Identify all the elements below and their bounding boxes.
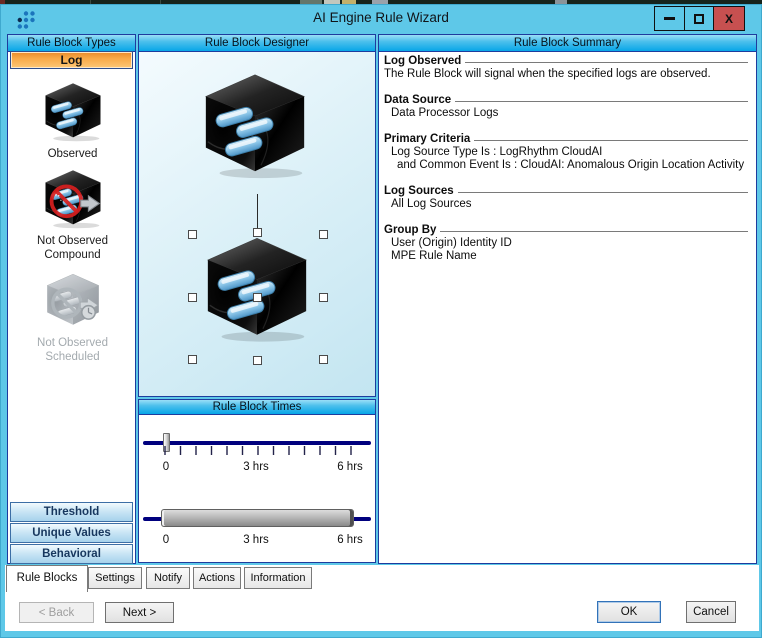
rule-block-types-panel: Rule Block Types Log Observed Not Observ…: [7, 34, 136, 564]
rule-block-times-panel: Rule Block Times: [138, 399, 376, 563]
log-not-observed-compound-cube-icon: [40, 167, 106, 229]
summary-text: User (Origin) Identity ID: [384, 237, 748, 250]
section-heading: Group By: [384, 224, 436, 237]
rule-type-log-button[interactable]: Log: [10, 51, 133, 69]
summary-text: Log Source Type Is : LogRhythm CloudAI: [384, 146, 748, 159]
screen: AI Engine Rule Wizard X Rule Block Types…: [0, 0, 762, 638]
rule-block-cube-top[interactable]: [196, 68, 314, 180]
heading-rule-line: [474, 140, 748, 141]
not-observed-scheduled-label: Not Observed Scheduled: [8, 337, 137, 364]
summary-text: and Common Event Is : CloudAI: Anomalous…: [384, 159, 748, 172]
ai-engine-rule-wizard-dialog: AI Engine Rule Wizard X Rule Block Types…: [0, 4, 762, 638]
slider1-label-3hrs: 3 hrs: [243, 461, 269, 473]
rule-block-times-body: 0 3 hrs 6 hrs 0 3 hrs 6 hrs: [139, 415, 375, 562]
summary-text: The Rule Block will signal when the spec…: [384, 68, 748, 81]
summary-section-data-source: Data Source Data Processor Logs: [384, 94, 748, 120]
selection-handle[interactable]: [319, 293, 328, 302]
selection-handle[interactable]: [188, 230, 197, 239]
rule-type-unique-values-button[interactable]: Unique Values: [10, 523, 133, 543]
section-heading: Log Sources: [384, 185, 454, 198]
heading-rule-line: [455, 101, 748, 102]
section-heading: Log Observed: [384, 55, 461, 68]
tab-notify[interactable]: Notify: [146, 567, 190, 589]
rule-type-behavioral-button[interactable]: Behavioral: [10, 544, 133, 564]
summary-text: Data Processor Logs: [384, 107, 748, 120]
selection-handle[interactable]: [319, 355, 328, 364]
next-button[interactable]: Next >: [105, 602, 174, 623]
tab-settings[interactable]: Settings: [88, 567, 142, 589]
log-not-observed-scheduled-cube-icon: [42, 271, 104, 329]
minimize-button[interactable]: [655, 7, 684, 30]
slider2-label-3hrs: 3 hrs: [243, 534, 269, 546]
titlebar[interactable]: AI Engine Rule Wizard X: [1, 5, 761, 33]
summary-body: Log Observed The Rule Block will signal …: [379, 52, 756, 263]
observed-label: Observed: [8, 148, 137, 162]
cancel-button[interactable]: Cancel: [686, 601, 736, 623]
heading-rule-line: [440, 231, 748, 232]
rule-block-summary-panel: Rule Block Summary Log Observed The Rule…: [378, 34, 757, 564]
rule-block-times-header: Rule Block Times: [139, 400, 375, 415]
time-range-bar[interactable]: [161, 509, 354, 527]
designer-canvas[interactable]: [139, 52, 375, 396]
list-item-observed[interactable]: Observed: [8, 80, 137, 162]
rule-block-cube-selected[interactable]: [198, 231, 316, 344]
summary-section-group-by: Group By User (Origin) Identity ID MPE R…: [384, 224, 748, 263]
summary-text: MPE Rule Name: [384, 250, 748, 263]
selection-handle[interactable]: [253, 228, 262, 237]
slider1-label-0: 0: [163, 461, 169, 473]
selection-handle[interactable]: [319, 230, 328, 239]
close-button[interactable]: X: [713, 7, 744, 30]
summary-text: All Log Sources: [384, 198, 748, 211]
log-observed-cube-icon: [40, 80, 106, 142]
slider2-label-0: 0: [163, 534, 169, 546]
close-icon: X: [725, 12, 733, 26]
heading-rule-line: [465, 62, 748, 63]
tab-actions[interactable]: Actions: [193, 567, 241, 589]
selection-handle[interactable]: [253, 356, 262, 365]
maximize-button[interactable]: [684, 7, 713, 30]
list-item-not-observed-compound[interactable]: Not Observed Compound: [8, 167, 137, 262]
selection-handle[interactable]: [188, 293, 197, 302]
slider2-label-6hrs: 6 hrs: [337, 534, 363, 546]
section-heading: Primary Criteria: [384, 133, 470, 146]
time-slider-ticks: [162, 446, 354, 455]
maximize-icon: [694, 14, 704, 24]
time-slider-track[interactable]: [143, 441, 371, 445]
rule-block-summary-header: Rule Block Summary: [379, 35, 756, 52]
selection-handle[interactable]: [188, 355, 197, 364]
window-title: AI Engine Rule Wizard: [1, 10, 761, 25]
panels-region: Rule Block Types Log Observed Not Observ…: [5, 33, 759, 565]
tab-rule-blocks[interactable]: Rule Blocks: [6, 565, 88, 592]
rule-block-designer-header: Rule Block Designer: [139, 35, 375, 52]
dialog-client-area: Rule Block Types Log Observed Not Observ…: [5, 33, 759, 631]
slider1-label-6hrs: 6 hrs: [337, 461, 363, 473]
heading-rule-line: [458, 192, 748, 193]
minimize-icon: [664, 17, 675, 20]
summary-section-log-sources: Log Sources All Log Sources: [384, 185, 748, 211]
summary-section-log-observed: Log Observed The Rule Block will signal …: [384, 55, 748, 81]
not-observed-compound-label: Not Observed Compound: [8, 235, 137, 262]
section-heading: Data Source: [384, 94, 451, 107]
selection-handle[interactable]: [253, 293, 262, 302]
summary-section-primary-criteria: Primary Criteria Log Source Type Is : Lo…: [384, 133, 748, 172]
ok-button[interactable]: OK: [597, 601, 661, 623]
list-item-not-observed-scheduled: Not Observed Scheduled: [8, 271, 137, 364]
back-button[interactable]: < Back: [19, 602, 94, 623]
tab-information[interactable]: Information: [244, 567, 312, 589]
rule-block-designer-panel: Rule Block Designer: [138, 34, 376, 397]
rule-type-threshold-button[interactable]: Threshold: [10, 502, 133, 522]
rule-block-types-header: Rule Block Types: [8, 35, 135, 52]
window-controls: X: [654, 6, 745, 31]
